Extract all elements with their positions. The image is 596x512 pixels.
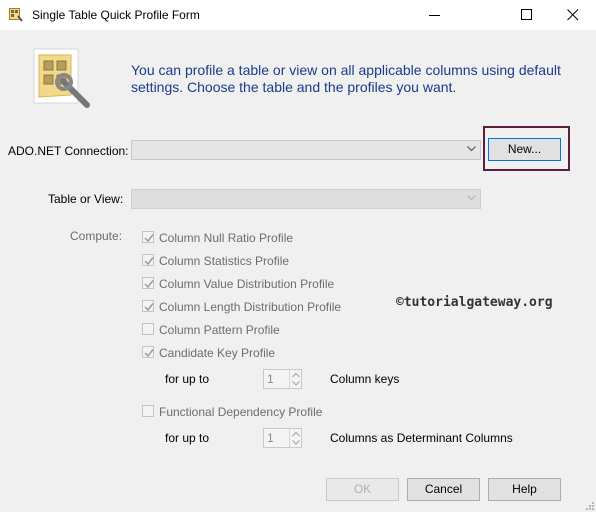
fd-for-up-to-label: for up to xyxy=(165,431,210,445)
profile-form-icon xyxy=(31,47,93,109)
pattern-label: Column Pattern Profile xyxy=(159,323,280,337)
column-keys-spinner[interactable]: 1 xyxy=(263,369,302,389)
title-bar: Single Table Quick Profile Form xyxy=(0,0,596,30)
statistics-checkbox[interactable] xyxy=(142,254,154,266)
watermark: ©tutorialgateway.org xyxy=(396,295,553,310)
ok-button[interactable]: OK xyxy=(326,478,399,501)
connection-dropdown[interactable] xyxy=(131,140,481,160)
window-title: Single Table Quick Profile Form xyxy=(32,8,200,22)
candidate-key-label: Candidate Key Profile xyxy=(159,346,276,360)
chevron-down-icon xyxy=(467,146,476,152)
pattern-checkbox[interactable] xyxy=(142,323,154,335)
cancel-button[interactable]: Cancel xyxy=(407,478,480,501)
determinant-columns-spinner[interactable]: 1 xyxy=(263,428,302,448)
maximize-button[interactable] xyxy=(504,0,550,30)
table-label: Table or View: xyxy=(48,192,124,206)
compute-label: Compute: xyxy=(70,229,123,243)
minimize-icon xyxy=(429,15,440,16)
column-keys-label: Column keys xyxy=(330,372,400,386)
length-distribution-checkbox[interactable] xyxy=(142,300,154,312)
key-for-up-to-label: for up to xyxy=(165,372,210,386)
checkmark-icon xyxy=(144,234,154,243)
candidate-key-checkbox[interactable] xyxy=(142,346,154,358)
maximize-icon xyxy=(521,9,532,20)
resize-grip-icon[interactable] xyxy=(584,500,594,510)
new-connection-button[interactable]: New... xyxy=(488,138,561,161)
statistics-label: Column Statistics Profile xyxy=(159,254,290,268)
chevron-up-icon xyxy=(292,432,300,437)
value-distribution-label: Column Value Distribution Profile xyxy=(159,277,335,291)
spinner-buttons[interactable] xyxy=(289,370,301,388)
functional-dependency-checkbox[interactable] xyxy=(142,405,154,417)
close-icon xyxy=(567,9,579,21)
column-keys-value: 1 xyxy=(267,372,274,386)
table-dropdown[interactable] xyxy=(131,189,481,209)
checkmark-icon xyxy=(144,303,154,312)
determinant-columns-value: 1 xyxy=(267,431,274,445)
checkmark-icon xyxy=(144,280,154,289)
null-ratio-label: Column Null Ratio Profile xyxy=(159,231,294,245)
chevron-down-icon xyxy=(467,195,476,201)
intro-description: You can profile a table or view on all a… xyxy=(131,62,561,95)
determinant-columns-label: Columns as Determinant Columns xyxy=(330,431,513,445)
close-button[interactable] xyxy=(550,0,596,30)
help-button[interactable]: Help xyxy=(488,478,561,501)
connection-label: ADO.NET Connection: xyxy=(8,144,129,158)
checkmark-icon xyxy=(144,349,154,358)
value-distribution-checkbox[interactable] xyxy=(142,277,154,289)
chevron-down-icon xyxy=(292,381,300,386)
app-icon xyxy=(9,7,23,22)
chevron-up-icon xyxy=(292,373,300,378)
length-distribution-label: Column Length Distribution Profile xyxy=(159,300,342,314)
chevron-down-icon xyxy=(292,440,300,445)
functional-dependency-label: Functional Dependency Profile xyxy=(159,405,323,419)
null-ratio-checkbox[interactable] xyxy=(142,231,154,243)
spinner-buttons[interactable] xyxy=(289,429,301,447)
minimize-button[interactable] xyxy=(412,0,458,30)
checkmark-icon xyxy=(144,257,154,266)
